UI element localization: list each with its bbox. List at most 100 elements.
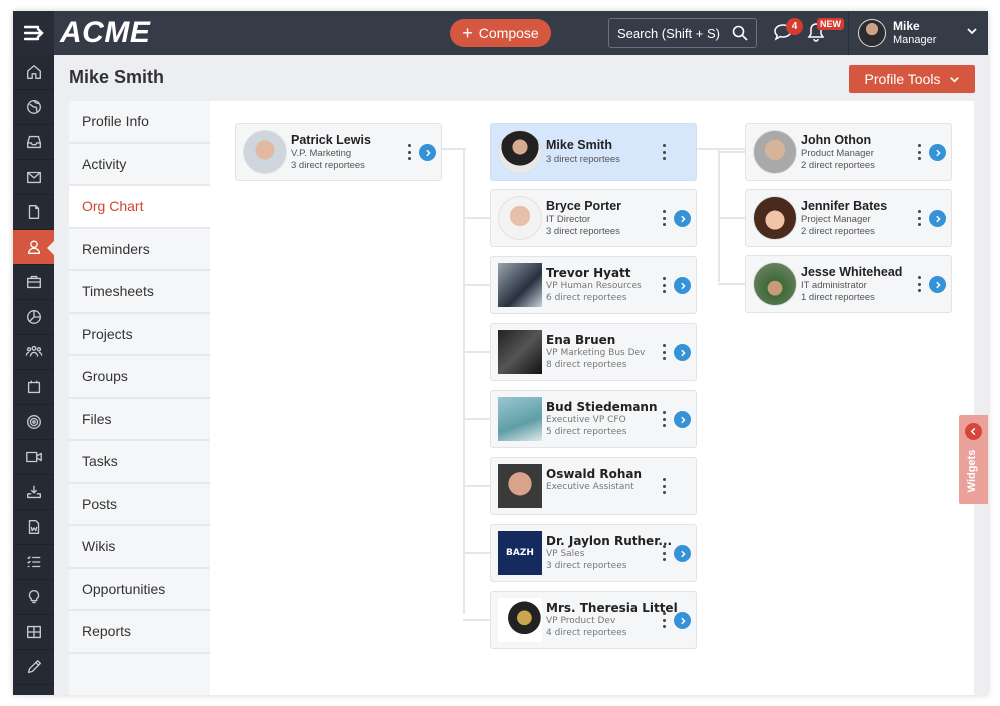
chevron-right-icon[interactable] [674,344,691,361]
user-avatar [858,19,886,47]
avatar [498,130,542,174]
sidebar-item-target[interactable] [13,405,54,440]
more-options-icon[interactable] [661,277,667,293]
sidebar-item-calendar[interactable] [13,370,54,405]
more-options-icon[interactable] [916,144,922,160]
person-name[interactable]: Bud Stiedemann [546,400,658,414]
compose-button[interactable]: + Compose [450,19,551,47]
person-name[interactable]: Trevor Hyatt [546,266,631,280]
user-menu[interactable]: Mike Manager [848,11,988,55]
chevron-right-icon[interactable] [674,612,691,629]
more-options-icon[interactable] [406,144,412,160]
report-card[interactable]: Jesse Whitehead IT administrator 1 direct … [745,255,952,313]
connector-line [463,284,490,286]
more-options-icon[interactable] [661,612,667,628]
sidebar-item-group[interactable] [13,335,54,370]
tab-activity[interactable]: Activity [69,144,210,186]
more-options-icon[interactable] [661,344,667,360]
sidebar-item-mail[interactable] [13,160,54,195]
colleague-card[interactable]: BAZH Dr. Jaylon Ruther... VP Sales 3 direct… [490,524,697,582]
menu-toggle-button[interactable] [13,11,54,55]
search-icon[interactable] [732,25,748,41]
sidebar-item-inbox[interactable] [13,125,54,160]
more-options-icon[interactable] [661,210,667,226]
tab-tasks[interactable]: Tasks [69,441,210,484]
colleague-card[interactable]: Ena Bruen VP Marketing Bus Dev 8 direct re… [490,323,697,381]
chevron-right-icon[interactable] [929,210,946,227]
sidebar-item-globe[interactable] [13,90,54,125]
tab-org-chart[interactable]: Org Chart [69,186,210,229]
person-name[interactable]: Oswald Rohan [546,467,642,481]
person-role: Executive VP CFO [546,415,626,425]
sidebar-item-lightbulb[interactable] [13,580,54,615]
colleague-card[interactable]: Bud Stiedemann Executive VP CFO 5 direct r… [490,390,697,448]
tab-posts[interactable]: Posts [69,484,210,526]
tab-timesheets[interactable]: Timesheets [69,271,210,314]
sidebar-item-briefcase[interactable] [13,265,54,300]
person-name[interactable]: John Othon [801,133,871,147]
reportee-count: 2 direct reportees [801,226,875,237]
person-name[interactable]: Bryce Porter [546,199,621,213]
tab-groups[interactable]: Groups [69,356,210,399]
mail-icon [26,171,41,184]
tab-opportunities[interactable]: Opportunities [69,569,210,611]
sidebar-item-video[interactable] [13,440,54,475]
report-card[interactable]: John Othon Product Manager 2 direct report… [745,123,952,181]
sidebar-item-checklist[interactable] [13,545,54,580]
tab-reminders[interactable]: Reminders [69,229,210,271]
colleague-card[interactable]: Trevor Hyatt VP Human Resources 6 direct r… [490,256,697,314]
word-doc-icon [28,520,39,534]
avatar [498,196,542,240]
report-card[interactable]: Jennifer Bates Project Manager 2 direct re… [745,189,952,247]
tab-wikis[interactable]: Wikis [69,526,210,569]
sidebar-item-grid[interactable] [13,615,54,650]
sidebar-item-user[interactable] [13,230,55,265]
avatar [753,262,797,306]
person-name[interactable]: Jesse Whitehead [801,265,902,279]
widgets-panel-toggle[interactable]: Widgets [959,415,988,504]
chevron-right-icon[interactable] [929,276,946,293]
sidebar-item-home[interactable] [13,55,54,90]
more-options-icon[interactable] [661,478,667,494]
tab-files[interactable]: Files [69,399,210,441]
sidebar-item-download[interactable] [13,475,54,510]
target-icon [26,415,41,429]
chevron-right-icon[interactable] [674,411,691,428]
more-options-icon[interactable] [661,411,667,427]
more-options-icon[interactable] [916,276,922,292]
person-name[interactable]: Jennifer Bates [801,199,887,213]
colleague-card[interactable]: Bryce Porter IT Director 3 direct reportee… [490,189,697,247]
sidebar-item-document[interactable] [13,195,54,230]
self-card[interactable]: Mike Smith 3 direct reportees [490,123,697,181]
top-bar: ACME + Compose Search (Shift + S) 4 NEW M… [13,11,988,55]
reportee-count: 6 direct reportees [546,293,627,303]
more-options-icon[interactable] [661,144,667,160]
chevron-right-icon[interactable] [674,277,691,294]
connector-line [463,351,490,353]
video-icon [25,451,42,463]
tab-reports[interactable]: Reports [69,611,210,654]
sidebar-item-pie-chart[interactable] [13,300,54,335]
sidebar-item-pencil[interactable] [13,650,54,685]
chevron-right-icon[interactable] [674,210,691,227]
briefcase-icon [26,275,41,289]
sidebar-item-word-doc[interactable] [13,510,54,545]
person-name[interactable]: Mrs. Theresia Littel [546,601,678,615]
colleague-card[interactable]: Oswald Rohan Executive Assistant [490,457,697,515]
chevron-right-icon[interactable] [419,144,436,161]
person-name[interactable]: Ena Bruen [546,333,615,347]
chevron-right-icon[interactable] [674,545,691,562]
person-name[interactable]: Patrick Lewis [291,133,371,147]
chevron-left-icon[interactable] [965,423,982,440]
colleague-card[interactable]: Mrs. Theresia Littel VP Product Dev 4 dire… [490,591,697,649]
tab-projects[interactable]: Projects [69,314,210,356]
tab-profile-info[interactable]: Profile Info [69,101,210,144]
chevron-right-icon[interactable] [929,144,946,161]
manager-card[interactable]: Patrick Lewis V.P. Marketing 3 direct repo… [235,123,442,181]
search-input[interactable]: Search (Shift + S) [608,18,757,48]
person-name[interactable]: Mike Smith [546,138,612,152]
more-options-icon[interactable] [661,545,667,561]
person-name[interactable]: Dr. Jaylon Ruther... [546,534,672,548]
more-options-icon[interactable] [916,210,922,226]
profile-tools-button[interactable]: Profile Tools [849,65,975,93]
